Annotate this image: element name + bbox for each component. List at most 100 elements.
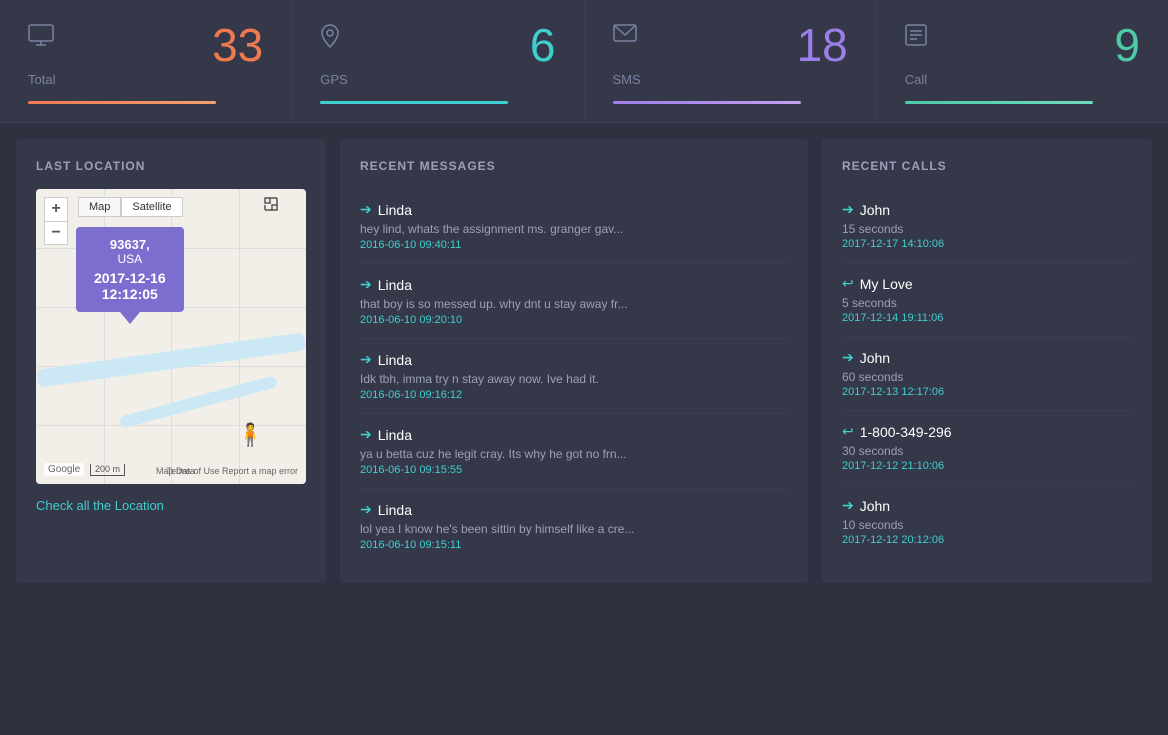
map-person-marker: 🧍: [237, 422, 264, 448]
stat-value-gps: 6: [530, 22, 556, 68]
map-container: + − Map Satellite: [36, 189, 306, 484]
call-item[interactable]: ↩ My Love 5 seconds 2017-12-14 19:11:06: [842, 263, 1132, 337]
stat-label-call: Call: [905, 72, 1140, 87]
message-direction-icon: ➔: [360, 426, 372, 443]
messages-panel: RECENT MESSAGES ➔ Linda hey lind, whats …: [340, 139, 808, 583]
call-name: ➔ John: [842, 497, 1132, 514]
call-contact-name: John: [860, 350, 890, 366]
map-terms: Terms of Use Report a map error: [166, 466, 298, 476]
calls-title: RECENT CALLS: [842, 159, 1132, 173]
map-popup: 93637, USA 2017-12-16 12:12:05: [76, 227, 184, 312]
map-zoom-controls: + −: [44, 197, 68, 245]
main-content: LAST LOCATION + −: [0, 123, 1168, 599]
call-time: 2017-12-13 12:17:06: [842, 386, 1132, 398]
call-time: 2017-12-14 19:11:06: [842, 312, 1132, 324]
call-time: 2017-12-12 20:12:06: [842, 534, 1132, 546]
gps-icon: [320, 24, 340, 54]
message-sender-name: Linda: [378, 427, 412, 443]
call-contact-name: 1-800-349-296: [860, 424, 952, 440]
message-time: 2016-06-10 09:16:12: [360, 389, 788, 401]
message-sender: ➔ Linda: [360, 501, 788, 518]
message-item[interactable]: ➔ Linda hey lind, whats the assignment m…: [360, 189, 788, 264]
message-item[interactable]: ➔ Linda lol yea I know he's been sittin …: [360, 489, 788, 563]
location-title: LAST LOCATION: [36, 159, 306, 173]
stat-value-call: 9: [1114, 22, 1140, 68]
call-item[interactable]: ➔ John 10 seconds 2017-12-12 20:12:06: [842, 485, 1132, 558]
message-direction-icon: ➔: [360, 501, 372, 518]
calls-panel: RECENT CALLS ➔ John 15 seconds 2017-12-1…: [822, 139, 1152, 583]
call-name: ↩ 1-800-349-296: [842, 423, 1132, 440]
message-text: ya u betta cuz he legit cray. Its why he…: [360, 447, 788, 461]
message-item[interactable]: ➔ Linda that boy is so messed up. why dn…: [360, 264, 788, 339]
map-scale: 200 m: [90, 464, 125, 476]
map-tab-satellite[interactable]: Satellite: [121, 197, 182, 217]
map-expand-icon[interactable]: [264, 197, 278, 214]
call-duration: 5 seconds: [842, 296, 1132, 310]
check-location-link[interactable]: Check all the Location: [36, 498, 164, 513]
call-direction-icon: ➔: [842, 349, 854, 366]
message-time: 2016-06-10 09:15:55: [360, 464, 788, 476]
map-type-tabs: Map Satellite: [78, 197, 183, 217]
sms-icon: [613, 24, 637, 50]
message-sender: ➔ Linda: [360, 351, 788, 368]
call-time: 2017-12-17 14:10:06: [842, 238, 1132, 250]
message-item[interactable]: ➔ Linda Idk tbh, imma try n stay away no…: [360, 339, 788, 414]
stat-label-gps: GPS: [320, 72, 555, 87]
call-icon: [905, 24, 927, 52]
call-direction-icon: ↩: [842, 423, 854, 440]
stat-value-total: 33: [212, 22, 263, 68]
stats-bar: 33 Total 6 GPS 18 SMS 9 Call: [0, 0, 1168, 123]
call-direction-icon: ↩: [842, 275, 854, 292]
call-time: 2017-12-12 21:10:06: [842, 460, 1132, 472]
call-name: ↩ My Love: [842, 275, 1132, 292]
call-name: ➔ John: [842, 349, 1132, 366]
call-item[interactable]: ↩ 1-800-349-296 30 seconds 2017-12-12 21…: [842, 411, 1132, 485]
stat-underline-call: [905, 101, 1093, 104]
stat-value-sms: 18: [797, 22, 848, 68]
stat-underline-sms: [613, 101, 801, 104]
call-item[interactable]: ➔ John 60 seconds 2017-12-13 12:17:06: [842, 337, 1132, 411]
stat-label-total: Total: [28, 72, 263, 87]
message-direction-icon: ➔: [360, 201, 372, 218]
messages-list: ➔ Linda hey lind, whats the assignment m…: [360, 189, 788, 563]
map-tab-map[interactable]: Map: [78, 197, 121, 217]
stat-card-call: 9 Call: [877, 0, 1168, 122]
message-time: 2016-06-10 09:20:10: [360, 314, 788, 326]
call-contact-name: John: [860, 498, 890, 514]
stat-card-sms: 18 SMS: [585, 0, 877, 122]
monitor-icon: [28, 24, 54, 52]
stat-underline-total: [28, 101, 216, 104]
messages-title: RECENT MESSAGES: [360, 159, 788, 173]
message-direction-icon: ➔: [360, 276, 372, 293]
message-time: 2016-06-10 09:40:11: [360, 239, 788, 251]
stat-card-total: 33 Total: [0, 0, 292, 122]
map-zoom-out[interactable]: −: [44, 221, 68, 245]
map-zoom-in[interactable]: +: [44, 197, 68, 221]
message-text: Idk tbh, imma try n stay away now. Ive h…: [360, 372, 788, 386]
call-contact-name: My Love: [860, 276, 913, 292]
call-item[interactable]: ➔ John 15 seconds 2017-12-17 14:10:06: [842, 189, 1132, 263]
message-sender: ➔ Linda: [360, 276, 788, 293]
map-google-logo: Google: [44, 463, 84, 476]
message-text: hey lind, whats the assignment ms. grang…: [360, 222, 788, 236]
message-sender-name: Linda: [378, 502, 412, 518]
message-sender-name: Linda: [378, 352, 412, 368]
call-contact-name: John: [860, 202, 890, 218]
message-text: lol yea I know he's been sittin by himse…: [360, 522, 788, 536]
map-address-top: 93637,: [94, 237, 166, 252]
map-background: + − Map Satellite: [36, 189, 306, 484]
message-item[interactable]: ➔ Linda ya u betta cuz he legit cray. It…: [360, 414, 788, 489]
message-sender-name: Linda: [378, 202, 412, 218]
call-name: ➔ John: [842, 201, 1132, 218]
calls-list: ➔ John 15 seconds 2017-12-17 14:10:06 ↩ …: [842, 189, 1132, 558]
call-direction-icon: ➔: [842, 497, 854, 514]
call-duration: 10 seconds: [842, 518, 1132, 532]
message-sender: ➔ Linda: [360, 426, 788, 443]
map-time: 12:12:05: [94, 286, 166, 302]
call-duration: 30 seconds: [842, 444, 1132, 458]
map-date: 2017-12-16: [94, 270, 166, 286]
stat-card-gps: 6 GPS: [292, 0, 584, 122]
call-duration: 15 seconds: [842, 222, 1132, 236]
message-direction-icon: ➔: [360, 351, 372, 368]
stat-label-sms: SMS: [613, 72, 848, 87]
